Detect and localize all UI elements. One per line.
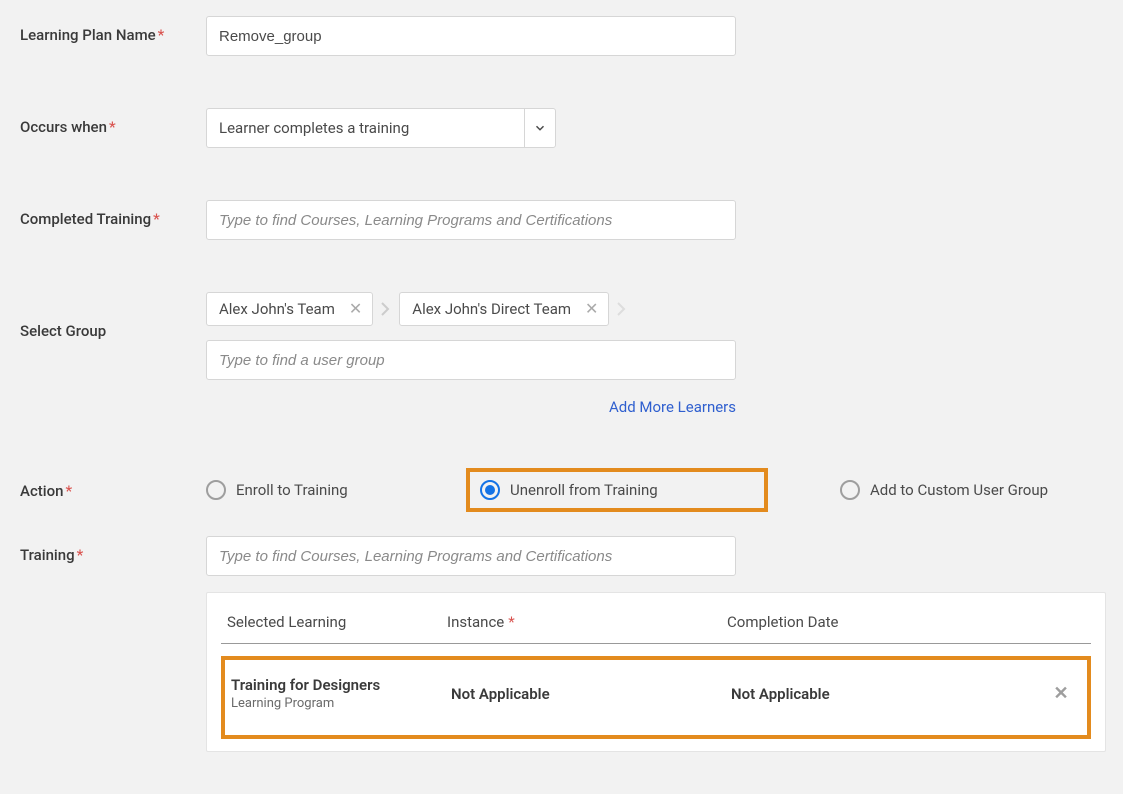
highlighted-action: Unenroll from Training xyxy=(466,468,768,512)
occurs-when-select[interactable]: Learner completes a training xyxy=(206,108,524,148)
chip-separator-icon xyxy=(616,302,628,316)
chip-remove-icon[interactable]: ✕ xyxy=(347,299,364,319)
occurs-when-caret[interactable] xyxy=(524,108,556,148)
highlighted-learning-row: Training for Designers Learning Program … xyxy=(221,656,1091,739)
group-chip[interactable]: Alex John's Direct Team ✕ xyxy=(399,292,609,326)
radio-icon xyxy=(840,480,860,500)
radio-icon xyxy=(206,480,226,500)
training-input[interactable] xyxy=(206,536,736,576)
action-radio-enroll[interactable]: Enroll to Training xyxy=(206,480,466,500)
learning-plan-name-input[interactable] xyxy=(206,16,736,56)
chip-remove-icon[interactable]: ✕ xyxy=(583,299,600,319)
completed-training-label: Completed Training* xyxy=(20,200,206,228)
add-more-learners-link[interactable]: Add More Learners xyxy=(206,398,736,416)
learning-row-completion: Not Applicable xyxy=(731,685,830,703)
panel-header-row: Selected Learning Instance* Completion D… xyxy=(221,613,1091,644)
group-chip-label: Alex John's Team xyxy=(219,300,335,318)
radio-label: Unenroll from Training xyxy=(510,481,658,499)
action-radio-unenroll[interactable]: Unenroll from Training xyxy=(480,480,740,500)
learning-row-instance: Not Applicable xyxy=(451,685,550,703)
chip-separator-icon xyxy=(380,302,392,316)
group-chips-container: Alex John's Team ✕ Alex John's Direct Te… xyxy=(206,292,736,326)
radio-label: Enroll to Training xyxy=(236,481,348,499)
col-completion-date: Completion Date xyxy=(727,613,1045,631)
action-label: Action* xyxy=(20,468,206,500)
select-group-label: Select Group xyxy=(20,292,206,340)
learning-plan-name-label: Learning Plan Name* xyxy=(20,16,206,44)
completed-training-input[interactable] xyxy=(206,200,736,240)
col-selected-learning: Selected Learning xyxy=(227,613,447,631)
radio-label: Add to Custom User Group xyxy=(870,481,1048,499)
col-instance: Instance* xyxy=(447,613,727,631)
group-chip[interactable]: Alex John's Team ✕ xyxy=(206,292,373,326)
radio-icon xyxy=(480,480,500,500)
selected-learning-panel: Selected Learning Instance* Completion D… xyxy=(206,592,1106,752)
action-radio-add-to-group[interactable]: Add to Custom User Group xyxy=(840,480,1048,500)
training-label: Training* xyxy=(20,536,206,564)
learning-row-title: Training for Designers xyxy=(231,676,451,694)
learning-row-subtitle: Learning Program xyxy=(231,696,451,711)
occurs-when-label: Occurs when* xyxy=(20,108,206,136)
remove-learning-row-icon[interactable]: ✕ xyxy=(1053,683,1068,704)
group-chip-label: Alex John's Direct Team xyxy=(412,300,571,318)
chevron-down-icon xyxy=(533,121,547,135)
select-group-input[interactable] xyxy=(206,340,736,380)
